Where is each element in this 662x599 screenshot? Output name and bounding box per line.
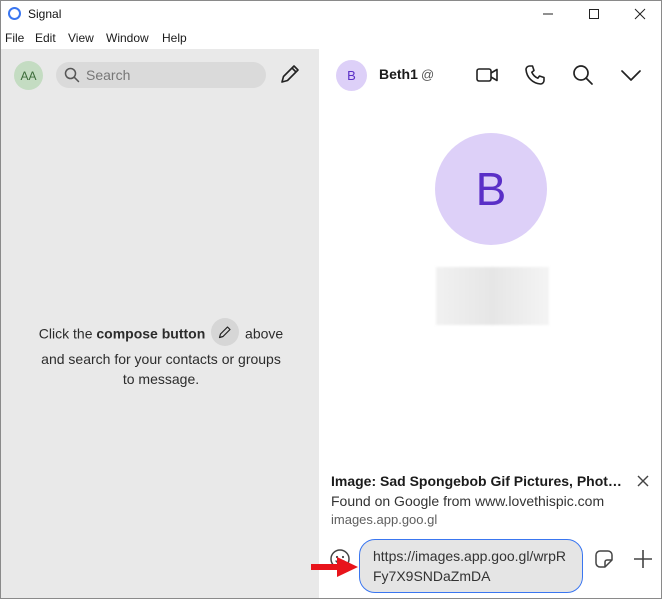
conversation-list-pane: AA Click the compose button above and se	[1, 49, 319, 598]
attach-plus-icon[interactable]	[631, 547, 655, 571]
inline-compose-badge	[211, 318, 240, 346]
empty-state-suffix: above	[241, 325, 284, 342]
compose-icon[interactable]	[279, 63, 301, 85]
window-title: Signal	[28, 7, 62, 21]
redacted-contact-info	[436, 267, 549, 325]
close-preview-icon[interactable]	[637, 475, 649, 487]
search-input[interactable]	[86, 66, 256, 84]
empty-state-bold: compose button	[96, 325, 206, 342]
maximize-icon	[589, 9, 599, 19]
empty-state-line2: and search for your contacts or groups	[41, 351, 281, 367]
close-window-button[interactable]	[617, 1, 661, 27]
search-conversation-icon[interactable]	[571, 63, 595, 87]
signal-window: Signal File Edit View Window Help AA Sea…	[0, 0, 662, 599]
search-icon	[64, 67, 80, 83]
menu-window[interactable]: Window	[106, 31, 149, 45]
annotation-arrow-icon	[311, 557, 358, 577]
pencil-icon	[219, 326, 231, 339]
menu-file[interactable]: File	[5, 31, 24, 45]
close-icon	[634, 8, 646, 20]
phone-call-icon[interactable]	[523, 63, 547, 87]
minimize-button[interactable]	[525, 1, 571, 27]
link-preview-domain: images.app.goo.gl	[331, 512, 438, 527]
minimize-icon	[543, 13, 553, 15]
link-preview-title: Image: Sad Spongebob Gif Pictures, Photo…	[331, 473, 627, 489]
empty-state-message: Click the compose button above and searc…	[21, 318, 301, 389]
empty-state-prefix: Click the	[38, 325, 97, 342]
empty-state-line3: to message.	[122, 371, 200, 387]
menu-bar: File Edit View Window Help	[1, 29, 661, 49]
sticker-icon[interactable]	[592, 547, 616, 571]
chevron-down-icon[interactable]	[619, 63, 643, 87]
menu-edit[interactable]: Edit	[35, 31, 56, 45]
conversation-pane: B Beth1 @ B Image: Sad Spongebob Gif Pic…	[319, 49, 661, 598]
link-preview: Image: Sad Spongebob Gif Pictures, Photo…	[331, 473, 649, 527]
maximize-button[interactable]	[571, 1, 617, 27]
link-preview-description: Found on Google from www.lovethispic.com	[331, 493, 605, 509]
message-composer-input[interactable]: https://images.app.goo.gl/wrpRFy7X9SNDaZ…	[359, 539, 583, 593]
contact-large-avatar: B	[435, 133, 547, 245]
signal-logo-icon	[8, 7, 21, 20]
profile-avatar[interactable]: AA	[14, 61, 43, 90]
menu-view[interactable]: View	[68, 31, 94, 45]
video-call-icon[interactable]	[475, 63, 499, 87]
search-box[interactable]	[56, 62, 266, 88]
menu-help[interactable]: Help	[162, 31, 187, 45]
contact-username-icon: @	[421, 67, 435, 82]
contact-name[interactable]: Beth1	[379, 66, 418, 82]
contact-avatar[interactable]: B	[336, 60, 367, 91]
title-bar: Signal	[1, 1, 661, 27]
